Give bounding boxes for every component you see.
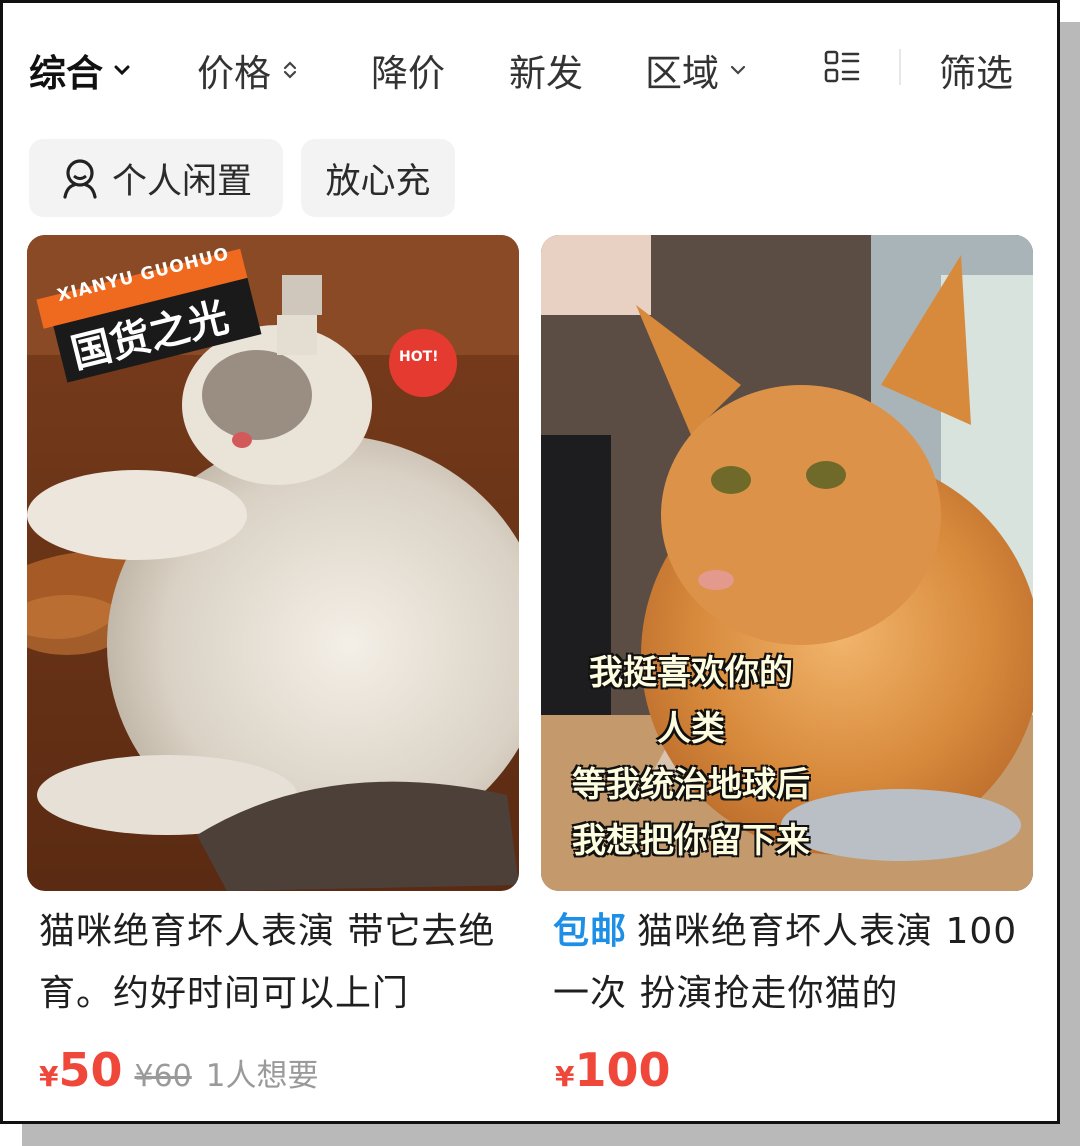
caption-line-4: 我想把你留下来: [572, 821, 810, 861]
caption-line-3: 等我统治地球后: [572, 765, 810, 805]
currency-symbol: ¥: [39, 1060, 59, 1093]
product-title-1-text: 猫咪绝育坏人表演 带它去绝育。约好时间可以上门: [39, 911, 496, 1014]
sort-price-drop[interactable]: 降价: [371, 45, 445, 95]
image-caption: 我挺喜欢你的 人类 等我统治地球后 我想把你留下来: [541, 645, 841, 869]
caption-line-2: 人类: [657, 709, 725, 749]
product-card-2[interactable]: 我挺喜欢你的 人类 等我统治地球后 我想把你留下来 包邮 猫咪绝育坏人表演 100…: [541, 235, 1033, 1025]
sort-price-label: 价格: [197, 52, 271, 95]
price-1: 50: [58, 1043, 123, 1097]
sort-bar: 综合 价格 降价 新发 区域 筛选: [3, 3, 1057, 133]
filter-label: 筛选: [939, 52, 1013, 95]
sort-newest-label: 新发: [509, 52, 583, 95]
sort-newest[interactable]: 新发: [509, 45, 583, 95]
sort-updown-icon: [283, 61, 297, 79]
list-layout-icon[interactable]: [823, 49, 861, 85]
product-title-1[interactable]: 猫咪绝育坏人表演 带它去绝育。约好时间可以上门: [27, 901, 519, 1025]
sort-divider: [899, 49, 901, 85]
price-row-1: ¥ 50 ¥60 1人想要: [39, 1043, 319, 1097]
sort-region[interactable]: 区域: [645, 45, 749, 95]
chip-assured-charge[interactable]: 放心充: [301, 139, 455, 217]
sort-comprehensive-label: 综合: [29, 52, 103, 95]
sort-price[interactable]: 价格: [197, 45, 301, 95]
sort-comprehensive[interactable]: 综合: [29, 45, 133, 95]
chevron-down-icon: [114, 65, 130, 76]
chip-personal-idle[interactable]: 个人闲置: [29, 139, 283, 217]
chevron-down-icon: [730, 65, 746, 75]
person-icon: [63, 159, 97, 199]
caption-line-1: 我挺喜欢你的: [589, 653, 793, 693]
free-shipping-tag: 包邮: [553, 911, 628, 952]
product-title-2[interactable]: 包邮 猫咪绝育坏人表演 100一次 扮演抢走你猫的: [541, 901, 1033, 1025]
price-2: 100: [574, 1043, 671, 1097]
wants-count-1: 1人想要: [205, 1058, 319, 1094]
sort-region-label: 区域: [645, 52, 719, 95]
product-card-1[interactable]: XIANYU GUOHUO 国货之光 HOT! 猫咪绝育坏人表演 带它去绝育。约…: [27, 235, 519, 1025]
filter-button[interactable]: 筛选: [939, 45, 1013, 95]
sort-price-drop-label: 降价: [371, 52, 445, 95]
currency-symbol: ¥: [555, 1060, 575, 1093]
chip-assured-charge-label: 放心充: [325, 161, 431, 202]
product-image-2[interactable]: 我挺喜欢你的 人类 等我统治地球后 我想把你留下来: [541, 235, 1033, 891]
hot-badge: HOT!: [399, 349, 439, 365]
original-price-1: ¥60: [134, 1059, 192, 1094]
product-image-1[interactable]: XIANYU GUOHUO 国货之光 HOT!: [27, 235, 519, 891]
price-row-2: ¥ 100: [555, 1043, 683, 1097]
chip-personal-idle-label: 个人闲置: [111, 161, 252, 202]
screenshot-frame: 综合 价格 降价 新发 区域 筛选 个人闲置 放心充 XIANYU GUOHUO…: [0, 0, 1060, 1124]
